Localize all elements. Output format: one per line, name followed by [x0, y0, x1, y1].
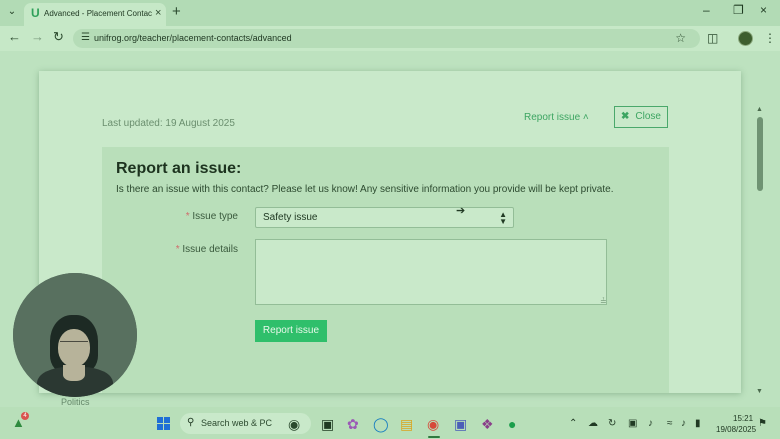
widget-badge: 4 [21, 412, 29, 420]
issue-type-value: Safety issue [263, 212, 318, 223]
chrome-browser-icon[interactable]: ◉ [427, 416, 439, 432]
close-button[interactable]: ✖ Close [614, 106, 668, 128]
report-issue-heading: Report an issue: [116, 160, 242, 177]
unifrog-favicon-icon: U [31, 6, 40, 20]
close-label: Close [635, 111, 661, 122]
microphone-icon[interactable]: ♪ [648, 418, 653, 429]
issue-type-label: * Issue type [185, 211, 238, 222]
tab-title: Advanced - Placement Contacts [44, 9, 152, 18]
search-icon: ⚲ [187, 417, 195, 428]
slack-icon[interactable]: ❖ [481, 416, 494, 432]
tab-list-icon[interactable]: ⌄ [4, 4, 20, 20]
last-updated-text: Last updated: 19 August 2025 [102, 118, 235, 129]
profile-avatar[interactable] [738, 31, 753, 46]
bookmark-star-icon[interactable]: ☆ [675, 31, 686, 45]
browser-toolbar: ← → ↻ ☰ unifrog.org/teacher/placement-co… [0, 26, 780, 51]
resize-grip-icon[interactable]: ≟ [600, 297, 668, 393]
clock-time[interactable]: 15:21 [733, 414, 753, 423]
task-view-icon[interactable]: ▣ [321, 416, 334, 432]
report-issue-panel: Report an issue: Is there an issue with … [102, 147, 669, 393]
battery-icon[interactable]: ▮ [695, 418, 701, 429]
scroll-up-arrow-icon[interactable]: ▲ [756, 106, 763, 113]
contact-modal: Last updated: 19 August 2025 Report issu… [39, 71, 763, 395]
window-close-icon[interactable]: × [760, 3, 767, 17]
wifi-icon[interactable]: ≈ [667, 418, 673, 429]
extensions-icon[interactable]: ◫ [707, 31, 718, 45]
issue-details-label: * Issue details [175, 244, 238, 255]
issue-type-select[interactable]: Safety issue ▲ ▼ [255, 207, 514, 228]
clock-date[interactable]: 19/08/2025 [716, 425, 756, 434]
edge-browser-icon[interactable]: ◯ [373, 416, 389, 432]
required-marker: * [185, 211, 190, 222]
file-explorer-icon[interactable]: ▤ [400, 416, 413, 432]
start-menu-icon[interactable] [157, 417, 171, 431]
webcam-overlay [13, 273, 137, 397]
report-issue-description: Is there an issue with this contact? Ple… [116, 184, 614, 195]
show-hidden-icons-icon[interactable]: ⌃ [569, 418, 577, 429]
teams-icon[interactable]: ▣ [454, 416, 467, 432]
scrollbar-thumb[interactable] [757, 117, 763, 191]
minimize-icon[interactable]: – [703, 3, 710, 17]
scroll-down-arrow-icon[interactable]: ▼ [756, 388, 763, 395]
maximize-icon[interactable]: ❐ [733, 3, 744, 17]
browser-tab[interactable]: U Advanced - Placement Contacts × [24, 3, 166, 26]
site-settings-icon[interactable]: ☰ [81, 32, 90, 43]
notifications-bell-icon[interactable]: ⚑ [758, 418, 767, 429]
address-bar[interactable]: ☰ unifrog.org/teacher/placement-contacts… [73, 29, 700, 48]
volume-icon[interactable]: ♪ [681, 418, 686, 429]
active-app-indicator [428, 436, 440, 438]
report-issue-button[interactable]: Report issue [255, 320, 327, 342]
onedrive-icon[interactable]: ☁ [588, 418, 598, 429]
sync-icon[interactable]: ↻ [608, 418, 616, 429]
windows-taskbar: ▲ 4 ⚲ Search web & PC ◉ ▣ ✿ ◯ ▤ ◉ ▣ ❖ ● … [0, 407, 780, 439]
issue-details-textarea[interactable] [255, 239, 607, 305]
forward-icon[interactable]: → [31, 29, 44, 44]
camera-app-icon[interactable]: ◉ [288, 416, 300, 432]
report-issue-toggle[interactable]: Report issue ˄ [524, 112, 589, 123]
browser-tab-bar: ⌄ U Advanced - Placement Contacts × + – … [0, 0, 780, 26]
copilot-icon[interactable]: ✿ [347, 416, 359, 432]
webcam-caption: Politics [61, 397, 90, 407]
required-marker: * [175, 244, 180, 255]
url-text: unifrog.org/teacher/placement-contacts/a… [94, 33, 292, 43]
new-tab-icon[interactable]: + [172, 3, 181, 20]
mouse-cursor-icon: ➔ [456, 205, 466, 217]
spotify-icon[interactable]: ● [508, 416, 516, 432]
close-icon: ✖ [621, 111, 630, 122]
back-icon[interactable]: ← [8, 29, 21, 44]
menu-icon[interactable]: ⋮ [764, 31, 776, 45]
search-placeholder: Search web & PC [201, 418, 273, 428]
reload-icon[interactable]: ↻ [53, 29, 64, 45]
close-tab-icon[interactable]: × [155, 7, 161, 19]
select-caret-icon: ▲ ▼ [499, 210, 507, 226]
app-tray-icon[interactable]: ▣ [628, 418, 637, 429]
